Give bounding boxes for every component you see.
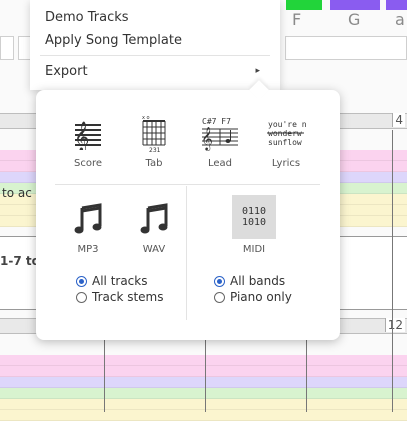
radio-label: All tracks	[92, 274, 148, 288]
track-lanes	[0, 355, 407, 421]
tab-icon: x o 231	[124, 112, 184, 154]
radio-label: Track stems	[92, 290, 164, 304]
radio-button-selected[interactable]	[76, 275, 87, 287]
key-label-g[interactable]: G	[348, 10, 360, 29]
bar-line	[104, 340, 105, 412]
music-note-icon	[124, 198, 184, 240]
submenu-arrow-icon: ▸	[255, 66, 260, 76]
export-midi-label: MIDI	[242, 244, 266, 255]
radio-label: Piano only	[230, 290, 292, 304]
toolbar-field[interactable]	[285, 36, 407, 60]
export-mp3-label: MP3	[77, 244, 99, 255]
export-wav-label: WAV	[142, 244, 166, 255]
midi-icon-line-1: 0110	[241, 206, 267, 217]
export-popover: 𝄞 Score x o 231 Tab C#7 F7 𝄞 Lead you're…	[36, 80, 340, 340]
menu-item-apply-song-template[interactable]: Apply Song Template	[45, 33, 182, 48]
radio-all-bands[interactable]: All bands	[214, 274, 285, 288]
menu-item-demo-tracks[interactable]: Demo Tracks	[45, 10, 129, 25]
menu-item-export[interactable]: Export	[45, 64, 88, 79]
popover-divider-vertical	[186, 186, 187, 320]
menu-divider	[40, 55, 270, 56]
lyrics-icon-line-1: you're n	[268, 120, 307, 129]
section-text-fragment: to ac	[2, 186, 32, 200]
midi-icon: 0110 1010	[224, 195, 284, 239]
export-lead-label: Lead	[207, 158, 233, 169]
export-lead-button[interactable]: C#7 F7 𝄞 Lead	[190, 112, 250, 169]
export-tab-label: Tab	[145, 158, 163, 169]
midi-icon-line-2: 1010	[241, 217, 267, 228]
key-color-bar-green	[286, 0, 322, 10]
lead-icon-chords: C#7 F7	[202, 117, 231, 126]
export-tab-button[interactable]: x o 231 Tab	[124, 112, 184, 169]
export-wav-button[interactable]: WAV	[124, 198, 184, 255]
radio-piano-only[interactable]: Piano only	[214, 290, 292, 304]
export-mp3-button[interactable]: MP3	[58, 198, 118, 255]
radio-label: All bands	[230, 274, 286, 288]
lyrics-icon-line-3: sunflow	[268, 138, 302, 147]
export-score-label: Score	[73, 158, 102, 169]
measure-number: 4	[392, 113, 405, 127]
key-color-bar-purple	[330, 0, 380, 10]
export-score-button[interactable]: 𝄞 Score	[58, 112, 118, 169]
svg-text:𝄞: 𝄞	[74, 121, 89, 150]
key-color-bar-purple	[386, 0, 407, 10]
music-note-icon	[58, 198, 118, 240]
score-icon: 𝄞	[58, 112, 118, 154]
radio-button[interactable]	[76, 291, 87, 303]
key-label-a[interactable]: a	[395, 10, 405, 29]
radio-button[interactable]	[214, 291, 225, 303]
key-label-f[interactable]: F	[292, 10, 301, 29]
tab-icon-bottom-text: 231	[149, 147, 161, 153]
radio-track-stems[interactable]: Track stems	[76, 290, 164, 304]
bar-line	[306, 340, 307, 412]
export-midi-button[interactable]: 0110 1010 MIDI	[224, 195, 284, 255]
radio-button-selected[interactable]	[214, 275, 225, 287]
measure-number: 12	[384, 318, 405, 332]
export-lyrics-button[interactable]: you're n wonderw sunflow Lyrics	[256, 112, 316, 169]
radio-all-tracks[interactable]: All tracks	[76, 274, 147, 288]
svg-text:𝄞: 𝄞	[201, 126, 213, 151]
toolbar-field[interactable]	[0, 36, 14, 60]
file-menu-dropdown: Demo Tracks Apply Song Template Export ▸	[30, 0, 280, 90]
lyrics-icon: you're n wonderw sunflow	[256, 112, 316, 154]
bar-line	[392, 130, 393, 412]
bar-line	[205, 340, 206, 412]
lead-sheet-icon: C#7 F7 𝄞	[190, 112, 250, 154]
section-text-fragment: 1-7 to	[0, 254, 40, 268]
popover-divider-horizontal	[55, 184, 320, 185]
export-lyrics-label: Lyrics	[271, 158, 301, 169]
